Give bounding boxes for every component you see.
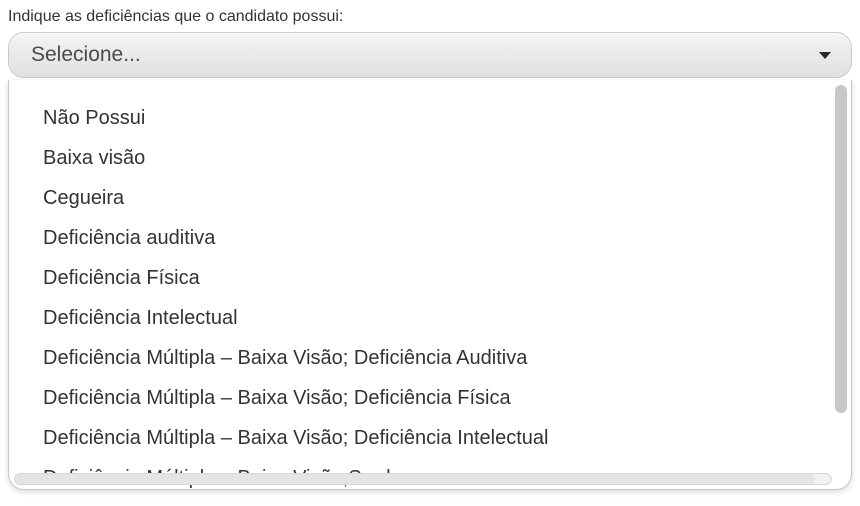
option-item[interactable]: Deficiência Múltipla – Baixa Visão; Defi… bbox=[43, 338, 847, 378]
select-wrapper: Selecione... Não Possui Baixa visão Cegu… bbox=[8, 32, 852, 78]
select-placeholder: Selecione... bbox=[31, 43, 141, 67]
field-label: Indique as deficiências que o candidato … bbox=[8, 8, 852, 26]
chevron-down-icon bbox=[819, 52, 831, 59]
option-item[interactable]: Baixa visão bbox=[43, 138, 847, 178]
dropdown-panel: Não Possui Baixa visão Cegueira Deficiên… bbox=[8, 80, 852, 490]
scrollbar-thumb-horizontal[interactable] bbox=[15, 474, 815, 484]
scrollbar-horizontal[interactable] bbox=[14, 473, 832, 485]
option-item[interactable]: Deficiência Intelectual bbox=[43, 298, 847, 338]
option-list: Não Possui Baixa visão Cegueira Deficiên… bbox=[9, 80, 851, 489]
option-item[interactable]: Deficiência Física bbox=[43, 258, 847, 298]
select-dropdown-button[interactable]: Selecione... bbox=[8, 32, 852, 78]
option-item[interactable]: Deficiência Múltipla – Baixa Visão; Defi… bbox=[43, 378, 847, 418]
scrollbar-thumb-vertical[interactable] bbox=[835, 85, 847, 413]
option-item[interactable]: Cegueira bbox=[43, 178, 847, 218]
scrollbar-vertical[interactable] bbox=[835, 85, 847, 466]
option-item[interactable]: Deficiência auditiva bbox=[43, 218, 847, 258]
option-item[interactable]: Deficiência Múltipla – Baixa Visão; Defi… bbox=[43, 418, 847, 458]
option-item[interactable]: Não Possui bbox=[43, 98, 847, 138]
